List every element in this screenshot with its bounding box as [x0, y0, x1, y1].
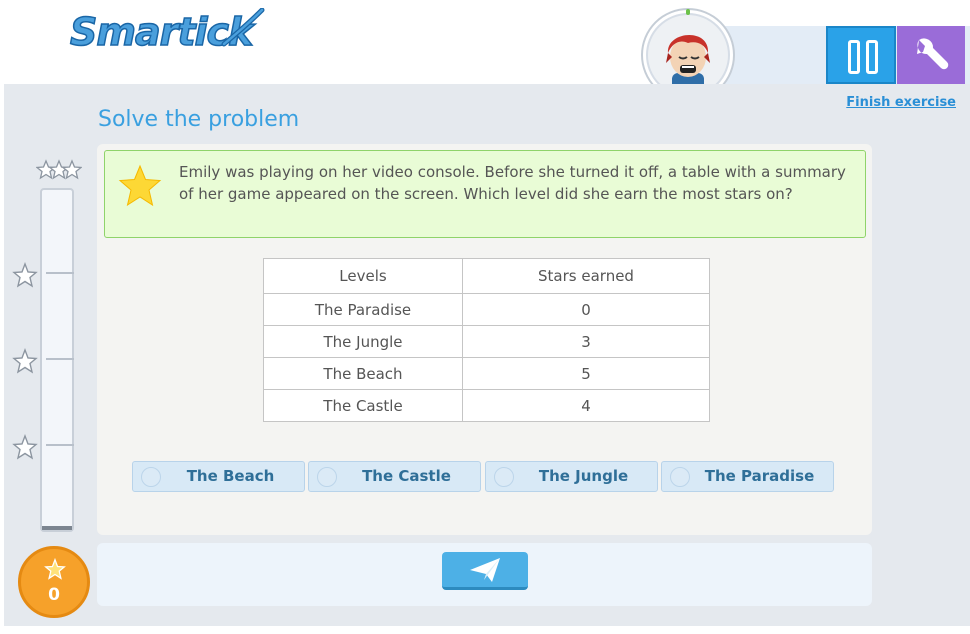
answer-option-label: The Beach	[186, 467, 275, 485]
progress-tick	[46, 358, 74, 360]
score-badge: 0	[18, 546, 90, 618]
star-icon	[12, 434, 38, 460]
progress-track	[40, 188, 74, 532]
star-icon	[118, 164, 162, 207]
answer-option-label: The Jungle	[538, 467, 629, 485]
table-cell-stars: 0	[462, 293, 710, 326]
finish-exercise-link[interactable]: Finish exercise	[846, 95, 956, 110]
table-cell-level: The Jungle	[263, 325, 463, 358]
pause-icon	[848, 40, 860, 74]
answer-option-label: The Paradise	[704, 467, 815, 485]
table-cell-level: The Beach	[263, 357, 463, 390]
table-header-row: Levels Stars earned	[263, 258, 710, 294]
table-row: The Castle 4	[263, 389, 710, 422]
answer-option-the-jungle[interactable]: The Jungle	[485, 461, 658, 492]
paper-plane-icon	[470, 558, 500, 582]
table-cell-stars: 4	[462, 389, 710, 422]
table-row: The Paradise 0	[263, 293, 710, 326]
settings-button[interactable]	[897, 26, 965, 84]
table-cell-level: The Castle	[263, 389, 463, 422]
pause-icon-bar	[866, 40, 878, 74]
star-icon	[44, 558, 66, 580]
answer-option-the-beach[interactable]: The Beach	[132, 461, 305, 492]
table-header-levels: Levels	[263, 258, 463, 294]
submit-button[interactable]	[442, 552, 528, 590]
smartick-logo: Smartick	[69, 6, 270, 62]
logo-swoosh-icon	[221, 8, 265, 47]
stars-table: Levels Stars earned The Paradise 0 The J…	[263, 258, 710, 422]
table-cell-stars: 3	[462, 325, 710, 358]
progress-tick	[46, 444, 74, 446]
star-icon	[12, 348, 38, 374]
score-value: 0	[48, 585, 60, 605]
answer-option-label: The Castle	[362, 467, 451, 485]
three-stars-icon	[36, 159, 82, 180]
answer-option-the-paradise[interactable]: The Paradise	[661, 461, 834, 492]
table-row: The Jungle 3	[263, 325, 710, 358]
table-row: The Beach 5	[263, 357, 710, 390]
exercise-title: Solve the problem	[98, 107, 300, 132]
progress-tick	[46, 272, 74, 274]
question-text: Emily was playing on her video console. …	[179, 163, 846, 203]
table-cell-stars: 5	[462, 357, 710, 390]
answer-option-the-castle[interactable]: The Castle	[308, 461, 481, 492]
avatar-status-dot	[686, 9, 690, 15]
table-header-stars: Stars earned	[462, 258, 710, 294]
table-cell-level: The Paradise	[263, 293, 463, 326]
pause-button[interactable]	[826, 26, 896, 84]
star-icon	[12, 262, 38, 288]
wrench-icon	[917, 38, 949, 70]
